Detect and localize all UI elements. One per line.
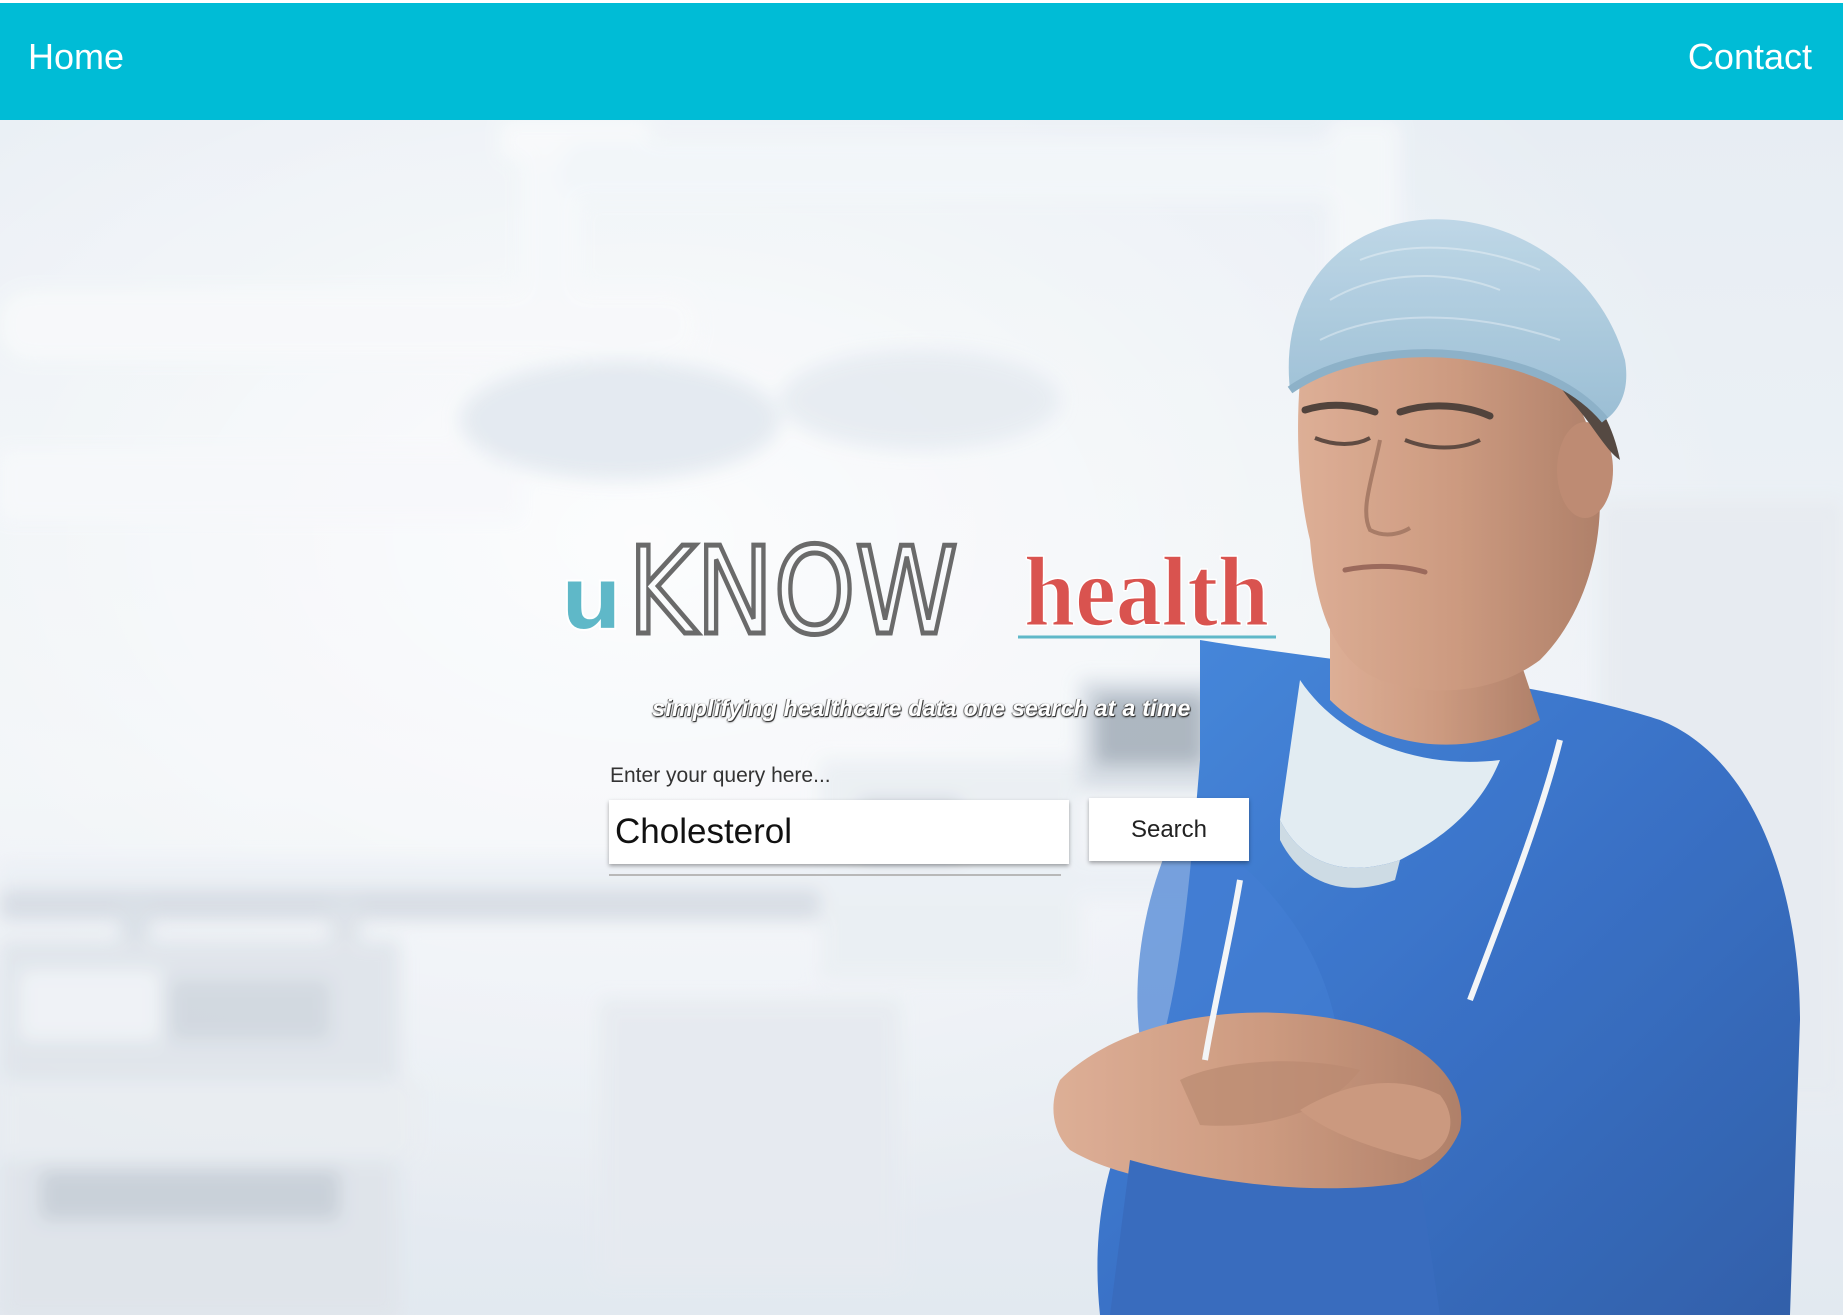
nav-home-link[interactable]: Home xyxy=(28,39,124,75)
query-label: Enter your query here... xyxy=(610,764,831,787)
top-navbar: Home Contact xyxy=(0,3,1843,120)
search-button[interactable]: Search xyxy=(1089,798,1249,861)
uknowhealth-logo: u KNOW health xyxy=(560,521,1276,655)
logo-u: u xyxy=(560,547,623,650)
search-input[interactable] xyxy=(609,800,1069,864)
logo-health: health xyxy=(1024,536,1269,647)
logo-know: KNOW xyxy=(628,523,958,655)
page: Home Contact u KNOW health simplifying h… xyxy=(0,0,1843,1315)
input-underline xyxy=(609,874,1061,876)
tagline: simplifying healthcare data one search a… xyxy=(652,695,1191,721)
nav-contact-link[interactable]: Contact xyxy=(1688,39,1812,75)
